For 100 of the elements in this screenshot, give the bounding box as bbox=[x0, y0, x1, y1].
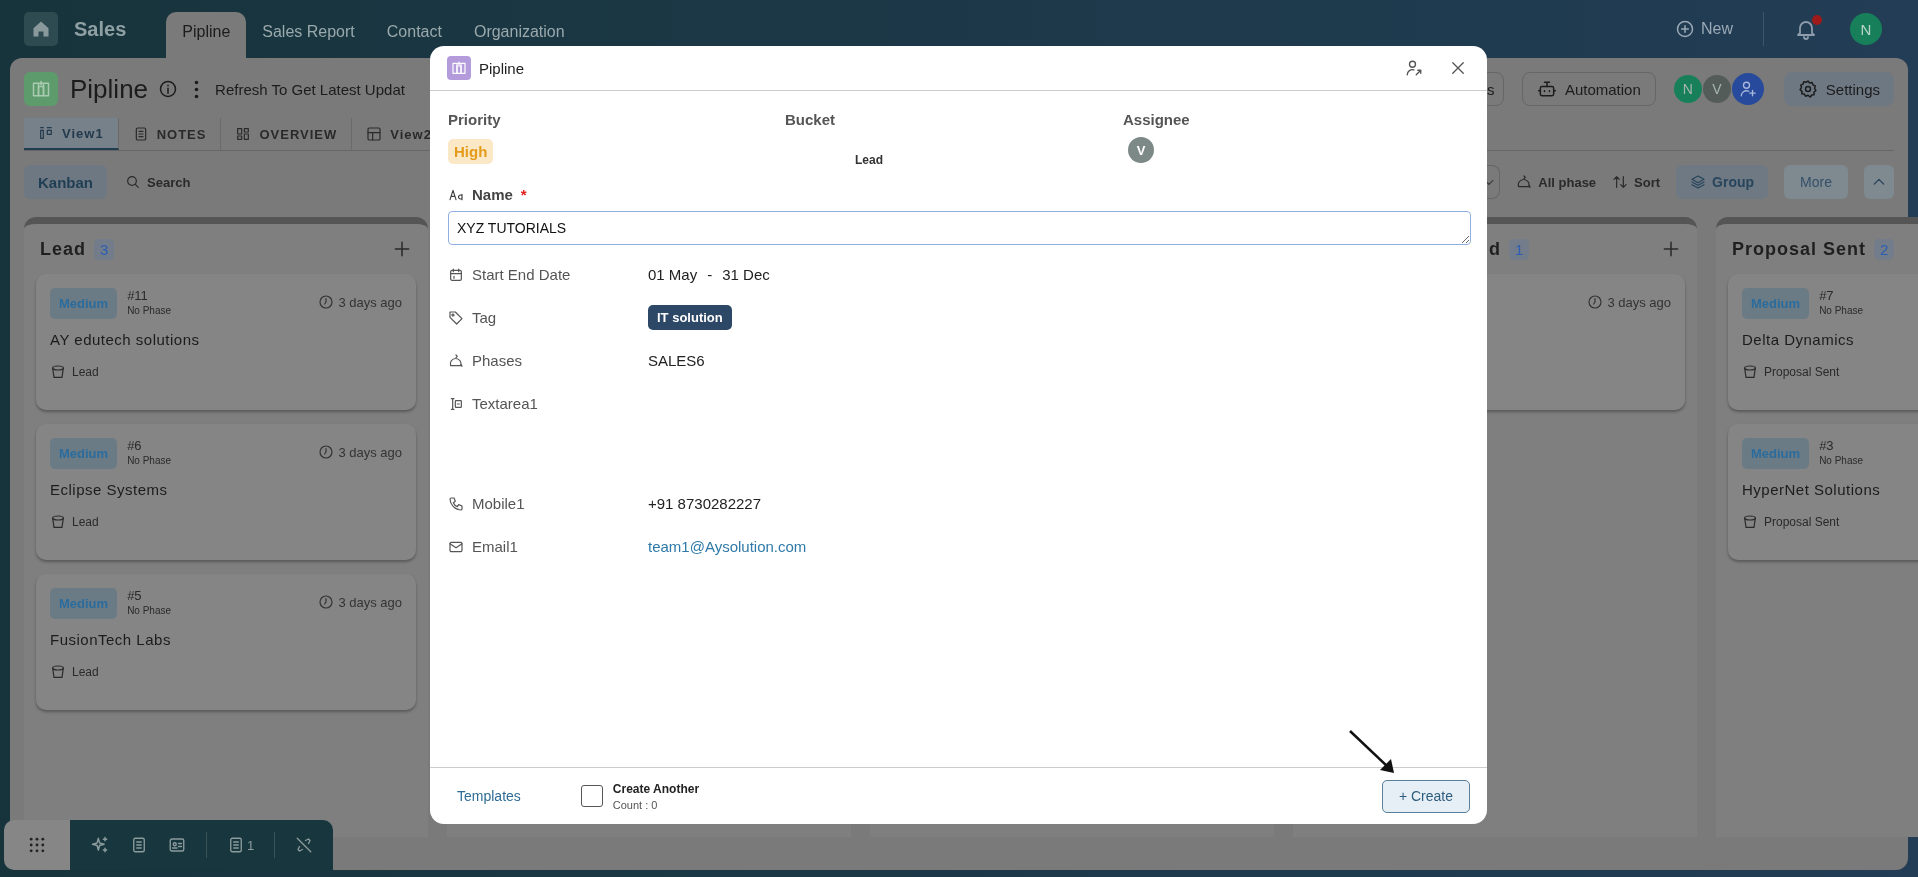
info-icon bbox=[158, 79, 179, 99]
settings-button[interactable]: Settings bbox=[1783, 72, 1894, 106]
deal-name: Delta Dynamics bbox=[1742, 331, 1856, 348]
automation-button[interactable]: Automation bbox=[1521, 72, 1656, 106]
search-button[interactable]: Search bbox=[125, 174, 191, 190]
bucket-name: Lead bbox=[72, 665, 99, 679]
nav-tab[interactable]: Contact bbox=[370, 12, 458, 58]
new-button[interactable]: New bbox=[1675, 19, 1733, 39]
doc-count: 1 bbox=[247, 837, 255, 853]
pointer-arrow bbox=[1348, 729, 1396, 775]
group-button[interactable]: Group bbox=[1676, 165, 1769, 199]
kebab-icon[interactable] bbox=[194, 79, 200, 99]
bucket-icon bbox=[50, 514, 66, 530]
bucket-name: Lead bbox=[72, 365, 99, 379]
apps-button[interactable] bbox=[4, 820, 70, 870]
deal-card[interactable]: Medium #5 No Phase 3 days ago FusionTech Labs Lead bbox=[36, 574, 416, 710]
close-button[interactable] bbox=[1449, 59, 1467, 77]
member-avatar[interactable]: V bbox=[1702, 75, 1731, 103]
search-icon bbox=[125, 174, 141, 190]
info-button[interactable] bbox=[158, 79, 179, 99]
add-member-button[interactable] bbox=[1731, 73, 1764, 105]
nav-tab[interactable]: Sales Report bbox=[246, 12, 371, 58]
document-icon bbox=[130, 836, 148, 854]
view-tab[interactable]: View1 bbox=[24, 118, 119, 150]
bucket-name: Proposal Sent bbox=[1764, 365, 1840, 379]
user-avatar[interactable]: N bbox=[1850, 13, 1882, 45]
page-title: Pipline bbox=[70, 73, 149, 105]
phase-text: No Phase bbox=[1819, 455, 1864, 466]
view-tab[interactable]: NOTES bbox=[118, 118, 222, 150]
phase-filter[interactable]: All phase bbox=[1516, 174, 1597, 190]
phase-text: No Phase bbox=[1819, 305, 1864, 316]
time-ago: 3 days ago bbox=[338, 294, 402, 310]
bucket-value[interactable]: Lead bbox=[855, 153, 883, 167]
name-field[interactable]: XYZ TUTORIALS bbox=[448, 211, 1471, 245]
nav-tab[interactable]: Organization bbox=[457, 12, 581, 58]
view-tab[interactable]: OVERVIEW bbox=[221, 118, 353, 150]
close-icon bbox=[1449, 59, 1467, 77]
member-avatar[interactable]: N bbox=[1673, 75, 1702, 103]
priority-tag: Medium bbox=[50, 588, 118, 619]
home-icon bbox=[31, 19, 51, 39]
field-label: Bucket bbox=[785, 111, 837, 130]
field-label: Tag bbox=[472, 309, 497, 326]
bucket-name: Lead bbox=[72, 515, 99, 529]
calendar-icon bbox=[448, 266, 464, 283]
dialog-title: Pipline bbox=[479, 59, 525, 77]
board-icon bbox=[38, 125, 54, 141]
sort-button[interactable]: Sort bbox=[1612, 174, 1661, 190]
field-label: Name bbox=[472, 186, 513, 203]
templates-link[interactable]: Templates bbox=[457, 788, 521, 804]
more-button[interactable]: More bbox=[1784, 165, 1848, 199]
deal-number: #6 bbox=[127, 438, 143, 453]
assign-button[interactable] bbox=[1405, 59, 1423, 77]
email-link[interactable]: team1@Aysolution.com bbox=[648, 538, 807, 555]
field-value: SALES6 bbox=[648, 352, 705, 369]
time-ago: 3 days ago bbox=[338, 594, 402, 610]
nav-tab[interactable]: Pipline bbox=[166, 12, 247, 58]
cycle-icon bbox=[1516, 174, 1533, 190]
clock-icon bbox=[318, 594, 335, 610]
field-label: Email1 bbox=[472, 538, 518, 555]
clock-icon bbox=[318, 444, 335, 460]
plus-icon bbox=[392, 239, 412, 259]
count-text: Count : 0 bbox=[612, 798, 659, 811]
layers-icon bbox=[1690, 174, 1707, 190]
deal-card[interactable]: Medium #7 No Phase Delta Dynamics Proposal Sent bbox=[1728, 274, 1918, 410]
bucket-icon bbox=[1742, 514, 1758, 530]
start-date[interactable]: 01 May bbox=[648, 266, 698, 283]
checkbox[interactable] bbox=[580, 785, 603, 807]
assignee-avatar[interactable]: V bbox=[1128, 137, 1154, 163]
sort-icon bbox=[1612, 174, 1629, 190]
deal-card[interactable]: Medium #3 No Phase HyperNet Solutions Proposal Sent bbox=[1728, 424, 1918, 560]
clock-icon bbox=[318, 294, 335, 310]
deal-number: #5 bbox=[127, 588, 143, 603]
time-ago: 3 days ago bbox=[338, 444, 402, 460]
person-plus-icon bbox=[1738, 80, 1757, 98]
priority-tag: Medium bbox=[50, 438, 118, 469]
deal-name: FusionTech Labs bbox=[50, 631, 172, 648]
app-name: Sales bbox=[74, 17, 127, 41]
tools-off-icon bbox=[295, 836, 314, 854]
priority-tag: Medium bbox=[1742, 288, 1810, 319]
kanban-button[interactable]: Kanban bbox=[24, 165, 107, 199]
sparkle-icon bbox=[90, 835, 110, 855]
add-button[interactable] bbox=[392, 239, 412, 259]
tag-chip: IT solution bbox=[648, 305, 732, 330]
phone-icon bbox=[448, 495, 464, 512]
create-button[interactable]: + Create bbox=[1381, 779, 1470, 813]
field-label: Start End Date bbox=[472, 266, 571, 283]
text-field-icon bbox=[448, 395, 464, 412]
add-button[interactable] bbox=[1661, 239, 1681, 259]
deal-card[interactable]: Medium #6 No Phase 3 days ago Eclipse Systems Lead bbox=[36, 424, 416, 560]
deal-card[interactable]: Medium #11 No Phase 3 days ago AY edutech solutions Lead bbox=[36, 274, 416, 410]
home-button[interactable] bbox=[24, 12, 58, 46]
deal-name: AY edutech solutions bbox=[50, 331, 201, 348]
view-tab[interactable]: View2 bbox=[352, 118, 446, 150]
plus-icon bbox=[1661, 239, 1681, 259]
person-arrow-icon bbox=[1405, 59, 1423, 77]
tag-icon bbox=[448, 309, 464, 326]
field-label: Mobile1 bbox=[472, 495, 525, 512]
end-date[interactable]: 31 Dec bbox=[722, 266, 770, 283]
document-icon bbox=[227, 836, 245, 854]
apps-grid-icon bbox=[27, 835, 47, 855]
